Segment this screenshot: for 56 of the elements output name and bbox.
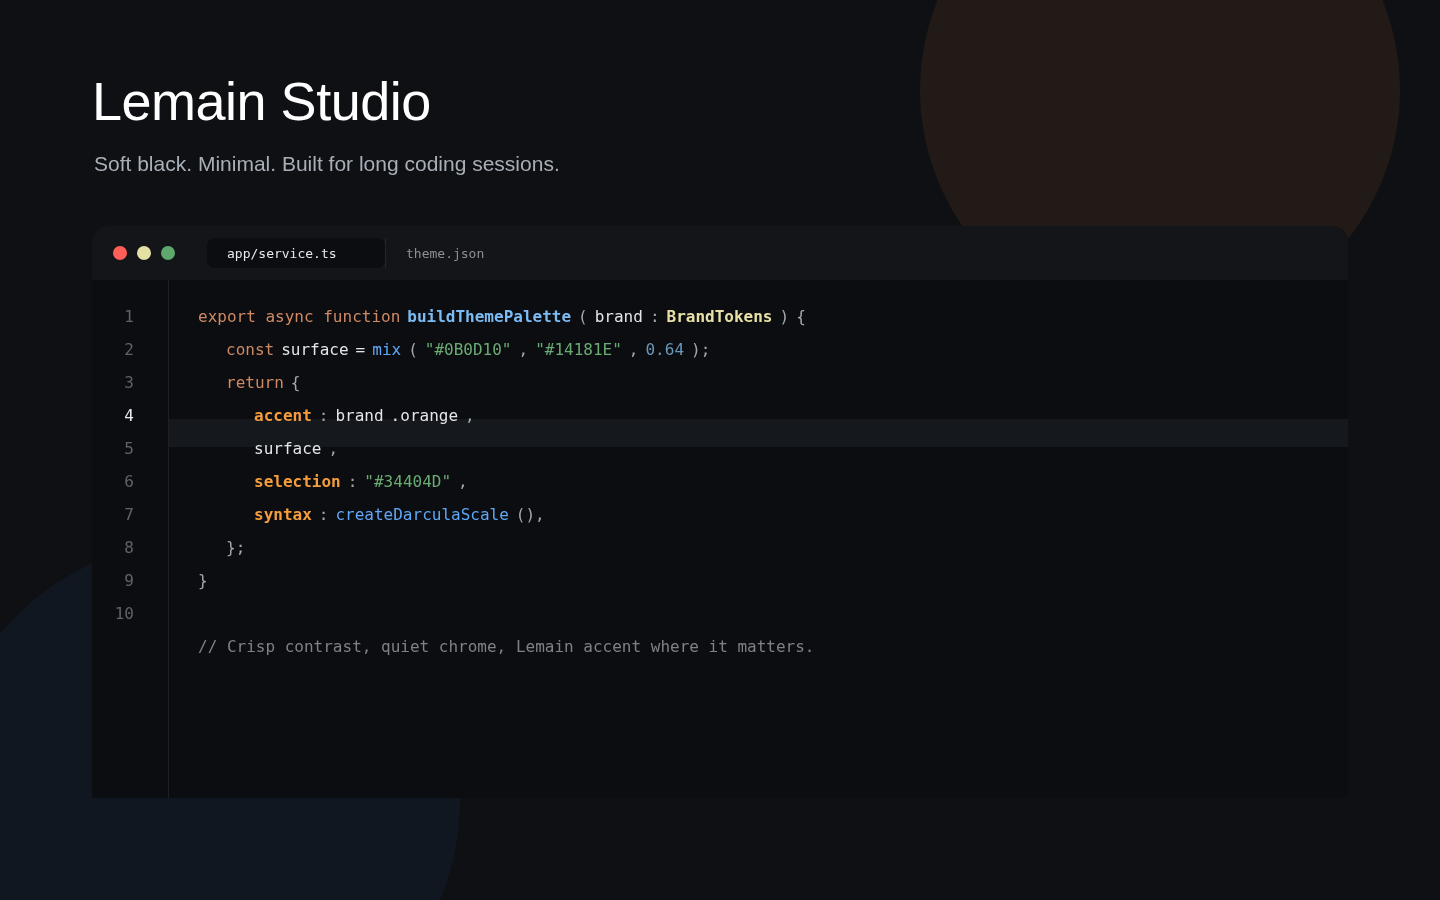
code-token: };	[226, 538, 246, 557]
code-token: 0.64	[645, 340, 684, 359]
line-number: 6	[124, 472, 134, 491]
line-number: 5	[124, 439, 134, 458]
code-token: mix	[372, 340, 402, 359]
code-token: ,	[628, 340, 639, 359]
line-number: 9	[124, 571, 134, 590]
code-token: )	[779, 307, 790, 326]
code-token: );	[691, 340, 711, 359]
code-token: =	[355, 340, 366, 359]
code-token: syntax	[254, 505, 312, 524]
code-token: brand	[594, 307, 643, 326]
window-control[interactable]	[161, 246, 175, 260]
line-number: 4	[124, 406, 134, 425]
line-number: 7	[124, 505, 134, 524]
code-token: accent	[254, 406, 312, 425]
code-token: .orange	[390, 406, 459, 425]
code-comment: // Crisp contrast, quiet chrome, Lemain accent where it matters.	[198, 637, 815, 656]
code-token: surface	[281, 340, 349, 359]
line-number: 1	[124, 307, 134, 326]
code-token: ,	[328, 439, 339, 458]
window-control[interactable]	[113, 246, 127, 260]
code-token: (	[578, 307, 588, 326]
code-token: selection	[254, 472, 341, 491]
code-token: buildThemePalette	[407, 307, 572, 326]
code-token: "#34404D"	[364, 472, 452, 491]
code-token: :	[318, 505, 329, 524]
line-number: 8	[124, 538, 134, 557]
file-tab[interactable]: theme.json	[386, 238, 564, 268]
code-token: surface	[254, 439, 322, 458]
code-token: (	[408, 340, 418, 359]
code-token: ,	[465, 406, 475, 425]
code-token: :	[649, 307, 660, 326]
code-token: brand	[335, 406, 384, 425]
line-number: 3	[124, 373, 134, 392]
code-token: }	[198, 571, 208, 590]
code-token: (),	[515, 505, 545, 524]
code-token: createDarculaScale	[335, 505, 509, 524]
code-token: BrandTokens	[666, 307, 773, 326]
code-token: "#0B0D10"	[424, 340, 512, 359]
code-token: ,	[518, 340, 529, 359]
code-token: "#14181E"	[535, 340, 622, 359]
line-number: 2	[124, 340, 134, 359]
code-token: return	[226, 373, 284, 392]
code-token: :	[347, 472, 358, 491]
code-token: export async function	[198, 307, 401, 326]
code-token: const	[226, 340, 275, 359]
code-token: ,	[458, 472, 468, 491]
code-token: {	[796, 307, 806, 326]
subtitle: Soft black. Minimal. Built for long coding sessions.	[94, 152, 560, 176]
code-token: {	[290, 373, 301, 392]
window-control[interactable]	[137, 246, 151, 260]
line-number: 10	[114, 604, 134, 623]
page-title: Lemain Studio	[92, 70, 431, 132]
file-tab[interactable]: app/service.ts	[207, 238, 385, 268]
code-token: :	[318, 406, 329, 425]
